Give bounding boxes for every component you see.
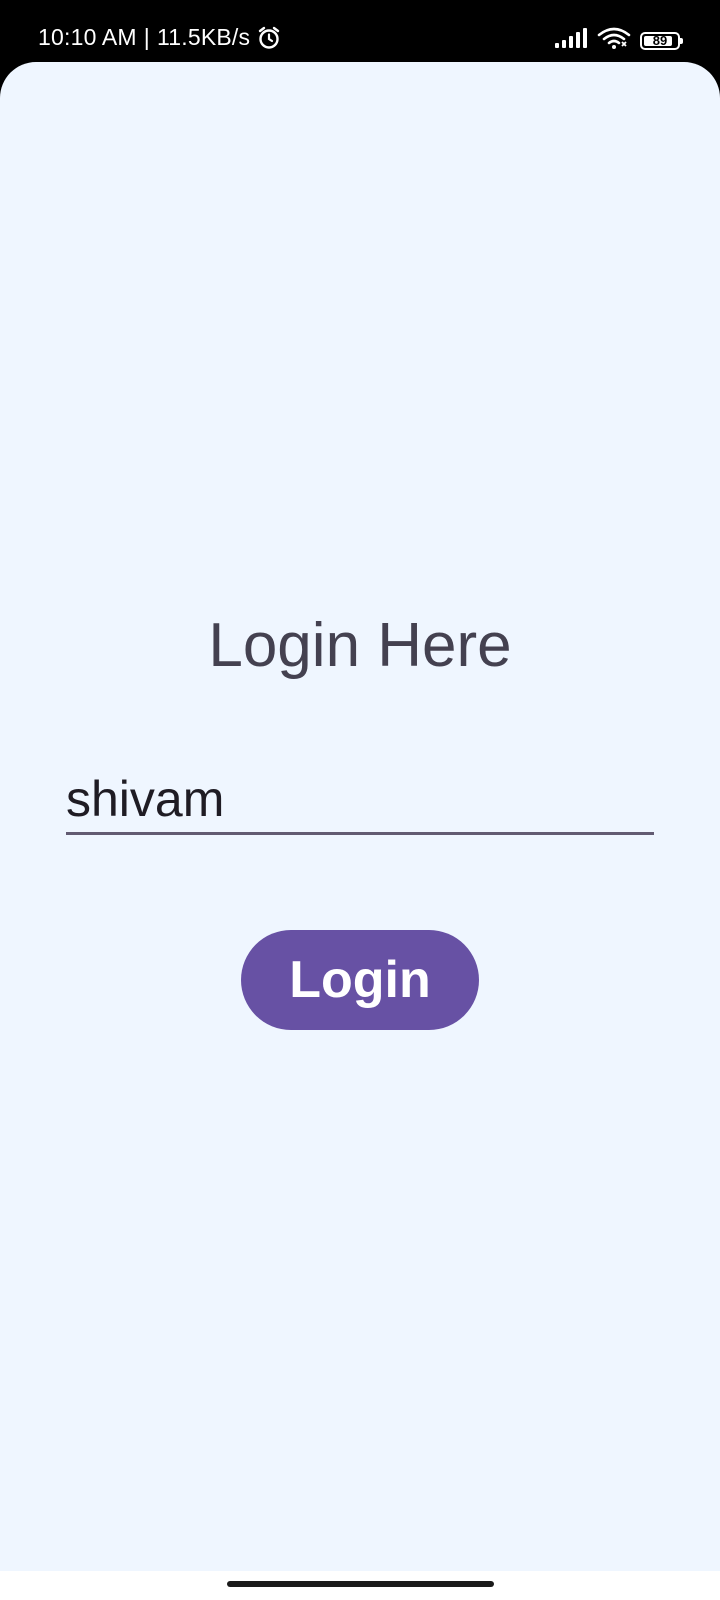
status-right: 89	[554, 26, 683, 55]
login-screen: Login Here shivam Login	[0, 62, 720, 1571]
wifi-icon	[596, 26, 632, 55]
status-left: 10:10 AM | 11.5KB/s	[38, 24, 282, 51]
status-bar: 10:10 AM | 11.5KB/s 89	[0, 0, 720, 62]
battery-level: 89	[652, 33, 668, 48]
network-speed: 11.5KB/s	[156, 24, 251, 50]
username-field[interactable]: shivam	[66, 770, 654, 835]
login-button[interactable]: Login	[241, 930, 479, 1030]
username-value: shivam	[66, 771, 225, 827]
status-time: 10:10 AM	[38, 24, 137, 50]
page-title: Login Here	[208, 611, 512, 680]
battery-icon: 89	[640, 31, 683, 50]
signal-icon	[554, 28, 588, 53]
status-separator: |	[143, 24, 150, 50]
alarm-icon	[256, 25, 282, 51]
battery-tip	[680, 37, 683, 44]
home-indicator[interactable]	[227, 1581, 494, 1587]
